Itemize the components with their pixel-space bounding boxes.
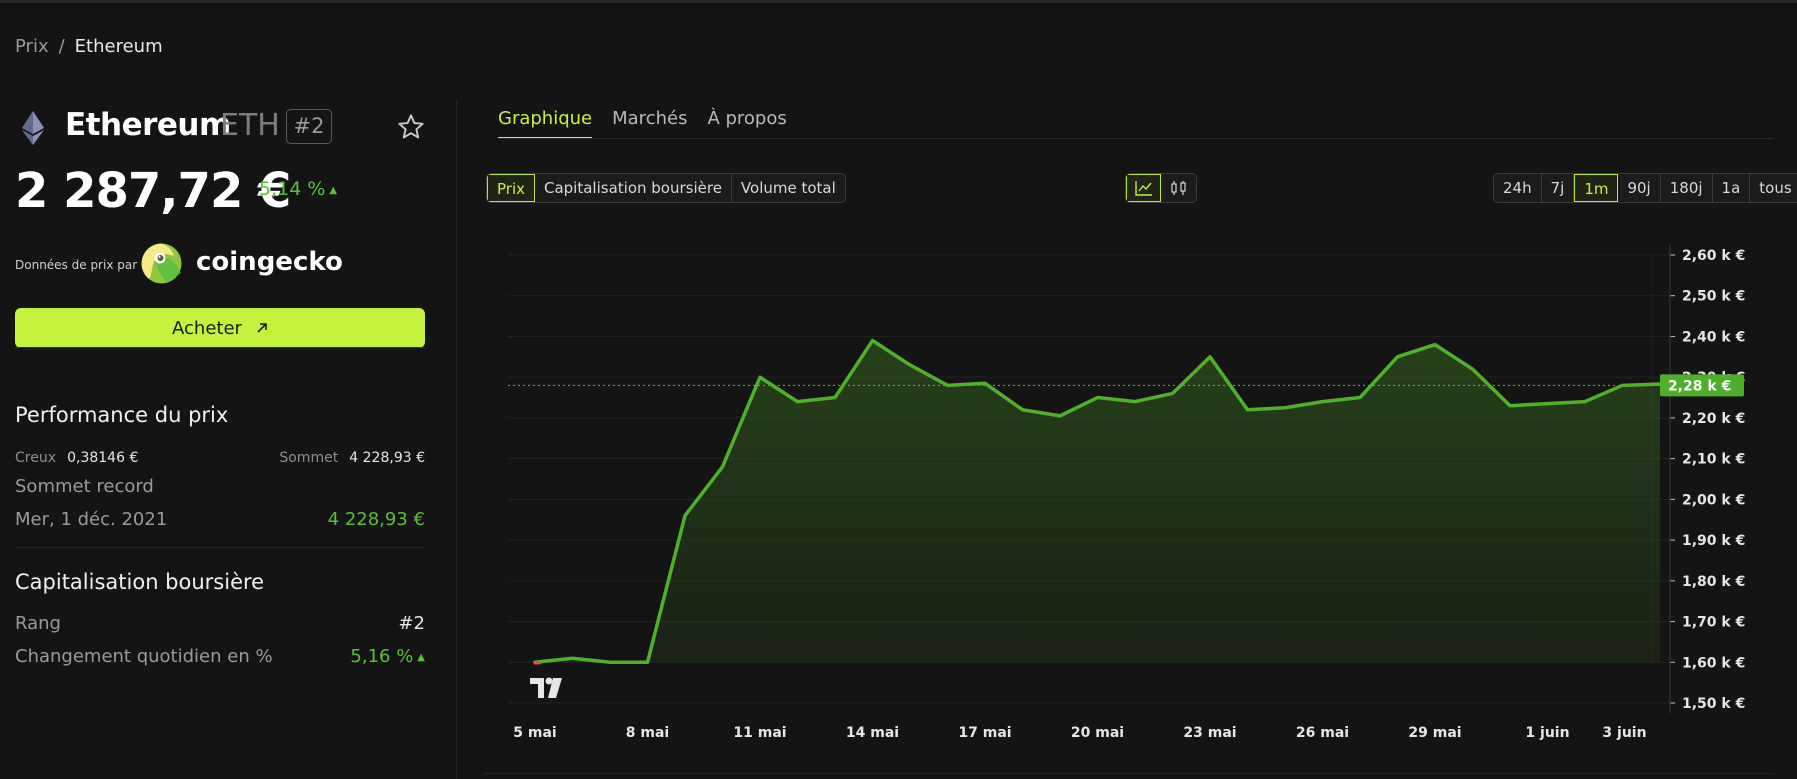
current-price: 2 287,72 € — [15, 163, 291, 219]
ath-label: Sommet record — [15, 476, 154, 497]
candlestick-button[interactable] — [1161, 174, 1196, 202]
line-chart-button[interactable] — [1126, 174, 1161, 202]
buy-button[interactable]: Acheter — [15, 308, 425, 348]
y-tick-label: 2,00 k € — [1682, 492, 1745, 508]
daily-change-group: 5,16 % ▲ — [350, 646, 425, 667]
metric-price-button[interactable]: Prix — [487, 174, 535, 202]
candlestick-icon — [1170, 181, 1186, 195]
performance-title: Performance du prix — [15, 403, 229, 427]
y-tick-label: 1,60 k € — [1682, 655, 1745, 671]
ath-value: 4 228,93 € — [327, 509, 425, 530]
y-tick-label: 2,20 k € — [1682, 411, 1745, 427]
x-tick-label: 26 mai — [1296, 725, 1349, 741]
ath-row: Mer, 1 déc. 2021 4 228,93 € — [15, 509, 425, 533]
price-source-name[interactable]: coingecko — [196, 247, 343, 277]
arrow-up-right-icon — [257, 323, 267, 333]
x-tick-label: 17 mai — [958, 725, 1011, 741]
daily-change-label: Changement quotidien en % — [15, 646, 273, 667]
low-label: Creux — [15, 450, 56, 466]
range-180j-button[interactable]: 180j — [1661, 174, 1713, 202]
range-90j-button[interactable]: 90j — [1618, 174, 1661, 202]
high-value: 4 228,93 € — [349, 450, 425, 466]
rank-badge: #2 — [286, 109, 332, 144]
range-24h-button[interactable]: 24h — [1494, 174, 1542, 202]
price-chart-svg[interactable]: 2,60 k €2,50 k €2,40 k €2,30 k €2,20 k €… — [498, 235, 1797, 779]
y-tick-label: 1,90 k € — [1682, 533, 1745, 549]
market-cap-title: Capitalisation boursière — [15, 570, 265, 594]
buy-button-label: Acheter — [172, 317, 242, 339]
performance-range-row: Creux 0,38146 € Sommet 4 228,93 € — [15, 447, 425, 467]
range-tous-button[interactable]: tous — [1750, 174, 1797, 202]
y-tick-label: 2,50 k € — [1682, 289, 1745, 305]
metric-selector: Prix Capitalisation boursière Volume tot… — [486, 173, 846, 203]
breadcrumb-root-link[interactable]: Prix — [15, 36, 49, 57]
chart-type-selector — [1125, 173, 1197, 203]
current-price-tag-label: 2,28 k € — [1668, 378, 1731, 394]
tabs-underline — [498, 138, 1774, 139]
range-7j-button[interactable]: 7j — [1542, 174, 1575, 202]
x-tick-label: 14 mai — [846, 725, 899, 741]
line-chart-icon — [1134, 181, 1152, 196]
range-1m-button[interactable]: 1m — [1574, 174, 1619, 202]
coin-header: Ethereum ETH #2 — [15, 103, 425, 153]
time-range-selector: 24h 7j 1m 90j 180j 1a tous — [1493, 173, 1797, 203]
x-tick-label: 11 mai — [733, 725, 786, 741]
price-change-value: 5,14 % — [259, 178, 326, 200]
tradingview-logo-icon[interactable] — [530, 677, 562, 699]
ath-date: Mer, 1 déc. 2021 — [15, 509, 168, 530]
chart-bottom-border — [484, 773, 1774, 774]
column-separator — [456, 100, 457, 779]
coingecko-logo-icon[interactable] — [141, 243, 182, 284]
x-tick-label: 5 mai — [513, 725, 556, 741]
x-tick-label: 23 mai — [1183, 725, 1236, 741]
up-triangle-icon: ▲ — [329, 185, 338, 196]
tab-marches[interactable]: Marchés — [612, 108, 687, 139]
x-tick-label: 20 mai — [1071, 725, 1124, 741]
breadcrumb-separator: / — [58, 36, 65, 57]
high-label: Sommet — [279, 450, 339, 466]
daily-change-row: Changement quotidien en % 5,16 % ▲ — [15, 646, 425, 670]
breadcrumb-current: Ethereum — [74, 36, 163, 57]
breadcrumb: Prix / Ethereum — [15, 36, 163, 57]
price-source-label: Données de prix par — [15, 258, 138, 272]
coin-symbol: ETH — [220, 108, 280, 143]
tab-a-propos[interactable]: À propos — [707, 108, 786, 139]
y-tick-label: 1,80 k € — [1682, 574, 1745, 590]
y-tick-label: 1,50 k € — [1682, 696, 1745, 712]
price-change: 5,14 % ▲ — [259, 178, 337, 200]
price-source: Données de prix par coingecko — [15, 241, 425, 285]
metric-market-cap-button[interactable]: Capitalisation boursière — [535, 174, 732, 202]
y-tick-label: 2,10 k € — [1682, 452, 1745, 468]
ath-label-row: Sommet record — [15, 476, 425, 500]
high-group: Sommet 4 228,93 € — [279, 447, 425, 466]
content-tabs: Graphique Marchés À propos — [498, 108, 787, 139]
top-border — [0, 0, 1797, 3]
metric-volume-button[interactable]: Volume total — [732, 174, 845, 202]
price-chart[interactable]: 2,60 k €2,50 k €2,40 k €2,30 k €2,20 k €… — [498, 235, 1797, 779]
x-tick-label: 29 mai — [1408, 725, 1461, 741]
y-tick-label: 2,60 k € — [1682, 248, 1745, 264]
x-tick-label: 3 juin — [1602, 725, 1646, 741]
range-1a-button[interactable]: 1a — [1713, 174, 1751, 202]
low-group: Creux 0,38146 € — [15, 447, 138, 466]
divider — [15, 547, 425, 548]
x-tick-label: 1 juin — [1525, 725, 1569, 741]
rank-label: Rang — [15, 613, 61, 634]
coin-name: Ethereum — [65, 107, 231, 143]
ethereum-logo-icon — [22, 111, 44, 145]
low-value: 0,38146 € — [67, 450, 139, 466]
y-tick-label: 2,40 k € — [1682, 329, 1745, 345]
tab-graphique[interactable]: Graphique — [498, 108, 593, 139]
up-triangle-icon: ▲ — [417, 652, 425, 663]
daily-change-value: 5,16 % — [350, 646, 414, 667]
rank-row: Rang #2 — [15, 613, 425, 637]
x-tick-label: 8 mai — [626, 725, 669, 741]
star-icon[interactable] — [397, 113, 425, 141]
rank-value: #2 — [398, 613, 425, 634]
y-tick-label: 1,70 k € — [1682, 615, 1745, 631]
divider — [15, 347, 425, 348]
